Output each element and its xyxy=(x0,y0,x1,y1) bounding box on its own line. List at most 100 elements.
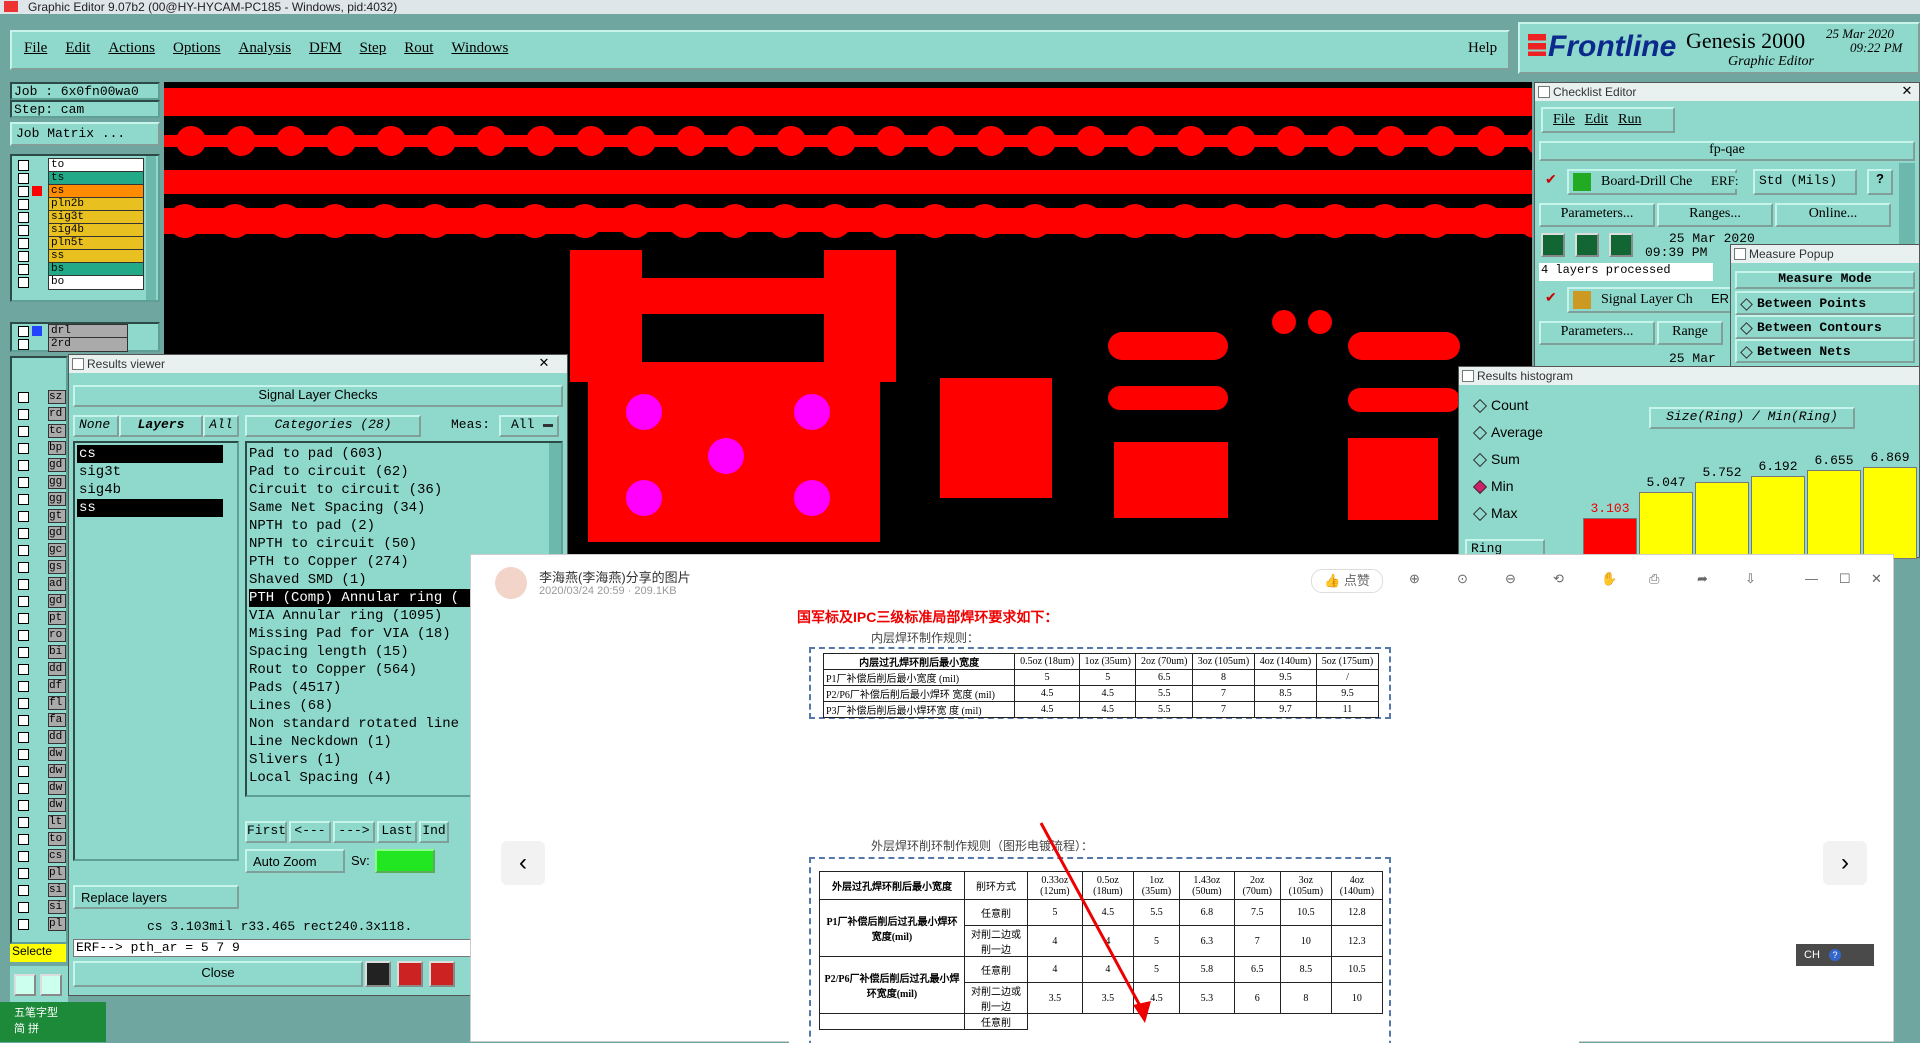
layer-checkbox[interactable] xyxy=(18,186,29,197)
layer-checkbox[interactable] xyxy=(18,681,29,692)
layer-checkbox[interactable] xyxy=(18,919,29,930)
layer-row[interactable]: pt xyxy=(14,611,66,626)
layer-checkbox[interactable] xyxy=(18,251,29,262)
menu-windows[interactable]: Windows xyxy=(451,40,508,56)
menu-actions[interactable]: Actions xyxy=(108,40,155,56)
parameters-button[interactable]: Parameters... xyxy=(1539,203,1655,227)
measure-popup-titlebar[interactable]: Measure Popup xyxy=(1731,245,1919,263)
histogram-option[interactable]: Max xyxy=(1469,505,1569,532)
layer-checkbox[interactable] xyxy=(18,834,29,845)
layer-checkbox[interactable] xyxy=(18,885,29,896)
checklist-menu-run[interactable]: Run xyxy=(1618,112,1641,127)
layer-checkbox[interactable] xyxy=(18,238,29,249)
histogram-bar[interactable] xyxy=(1807,470,1861,559)
layer-row[interactable]: tc xyxy=(14,424,66,439)
maximize-icon[interactable]: ☐ xyxy=(1839,571,1851,587)
layer-checkbox[interactable] xyxy=(18,749,29,760)
layer-row[interactable]: dw xyxy=(14,798,66,813)
none-button[interactable]: None xyxy=(73,415,119,437)
tool-square-icon[interactable] xyxy=(14,974,36,996)
checklist-menu-file[interactable]: File xyxy=(1553,112,1575,127)
layer-checkbox[interactable] xyxy=(18,277,29,288)
layer-row[interactable]: ad xyxy=(14,577,66,592)
layer-checkbox[interactable] xyxy=(18,392,29,403)
ime-widget[interactable]: CH ? xyxy=(1796,944,1874,966)
layer-row[interactable]: rd xyxy=(14,407,66,422)
histogram-option[interactable]: Sum xyxy=(1469,451,1569,478)
checklist-titlebar[interactable]: Checklist Editor xyxy=(1535,83,1919,101)
run-icon[interactable] xyxy=(1575,233,1599,257)
help-icon[interactable]: ? xyxy=(1867,169,1893,195)
menu-analysis[interactable]: Analysis xyxy=(239,40,292,56)
ime-status[interactable]: 五笔字型 简 拼 xyxy=(0,1002,106,1042)
layer-checkbox[interactable] xyxy=(18,199,29,210)
clear-tool-icon[interactable] xyxy=(429,961,455,987)
layer-row[interactable]: dd xyxy=(14,662,66,677)
layer-checkbox[interactable] xyxy=(18,630,29,641)
layer-checkbox[interactable] xyxy=(18,715,29,726)
layer-checkbox[interactable] xyxy=(18,443,29,454)
rotate-icon[interactable]: ⟲ xyxy=(1553,571,1564,587)
layer-checkbox[interactable] xyxy=(18,664,29,675)
menu-file[interactable]: File xyxy=(24,40,47,56)
category-item[interactable]: NPTH to circuit (50) xyxy=(249,535,539,553)
layer-row[interactable]: pl xyxy=(14,917,66,932)
layer-checkbox[interactable] xyxy=(18,409,29,420)
histogram-option[interactable]: Average xyxy=(1469,424,1569,451)
layer-checkbox[interactable] xyxy=(18,800,29,811)
layer-checkbox[interactable] xyxy=(18,160,29,171)
minimize-icon[interactable]: — xyxy=(1805,571,1818,586)
meas-dropdown[interactable]: All xyxy=(499,415,559,437)
layer-list-scrollbar[interactable] xyxy=(146,156,156,300)
layer-row[interactable]: 2rd xyxy=(14,337,146,352)
close-button[interactable]: ✕ xyxy=(521,355,567,371)
share-icon[interactable]: ➦ xyxy=(1697,571,1708,587)
category-item[interactable]: Circuit to circuit (36) xyxy=(249,481,539,499)
layer-checkbox[interactable] xyxy=(18,868,29,879)
histogram-bar[interactable] xyxy=(1695,482,1749,559)
layer-checkbox[interactable] xyxy=(18,212,29,223)
menu-options[interactable]: Options xyxy=(173,40,221,56)
layer-row[interactable]: bp xyxy=(14,441,66,456)
layer-tool-icon[interactable] xyxy=(397,961,423,987)
layer-row[interactable]: dw xyxy=(14,764,66,779)
layer-row[interactable]: lt xyxy=(14,815,66,830)
histogram-bar[interactable] xyxy=(1583,518,1637,559)
layer-row[interactable]: ro xyxy=(14,628,66,643)
checklist-menu-edit[interactable]: Edit xyxy=(1585,112,1608,127)
prev-image-button[interactable]: ‹ xyxy=(501,841,545,885)
print-icon[interactable]: ⎙ xyxy=(1649,571,1659,587)
layer-checkbox[interactable] xyxy=(18,460,29,471)
download-icon[interactable]: ⇩ xyxy=(1745,571,1756,587)
histogram-bar[interactable] xyxy=(1863,467,1917,559)
layer-row[interactable]: dw xyxy=(14,781,66,796)
menu-edit[interactable]: Edit xyxy=(65,40,90,56)
category-item[interactable]: NPTH to pad (2) xyxy=(249,517,539,535)
layer-checkbox[interactable] xyxy=(18,326,29,337)
layer-row[interactable]: fa xyxy=(14,713,66,728)
layer-row[interactable]: fl xyxy=(14,696,66,711)
category-item[interactable]: Pad to circuit (62) xyxy=(249,463,539,481)
erf-dropdown[interactable]: Std (Mils) xyxy=(1753,169,1857,195)
layer-checkbox[interactable] xyxy=(18,783,29,794)
layer-checkbox[interactable] xyxy=(18,766,29,777)
zoom-out-icon[interactable]: ⊖ xyxy=(1505,571,1516,587)
histogram-titlebar[interactable]: Results histogram xyxy=(1459,367,1919,385)
layers-button[interactable]: Layers xyxy=(119,415,203,437)
like-button[interactable]: 👍 点赞 xyxy=(1311,569,1383,593)
layer-row[interactable]: gc xyxy=(14,543,66,558)
histogram-option[interactable]: Min xyxy=(1469,478,1569,505)
zoom-in-icon[interactable]: ⊕ xyxy=(1409,571,1420,587)
layer-checkbox[interactable] xyxy=(18,596,29,607)
nav-button[interactable]: Ind xyxy=(419,821,449,843)
layer-row[interactable]: to xyxy=(14,832,66,847)
help-menu[interactable]: Help xyxy=(1468,40,1497,57)
highlight-tool-icon[interactable] xyxy=(365,961,391,987)
layer-checkbox[interactable] xyxy=(18,528,29,539)
measure-option[interactable]: Between Contours xyxy=(1735,315,1915,339)
layer-row[interactable]: bo xyxy=(14,275,146,290)
ranges-button-2[interactable]: Range xyxy=(1657,321,1723,345)
replace-layers-dropdown[interactable]: Replace layers xyxy=(73,885,239,909)
layer-row[interactable]: gt xyxy=(14,509,66,524)
check-mark-icon[interactable]: ✔ xyxy=(1545,289,1557,306)
